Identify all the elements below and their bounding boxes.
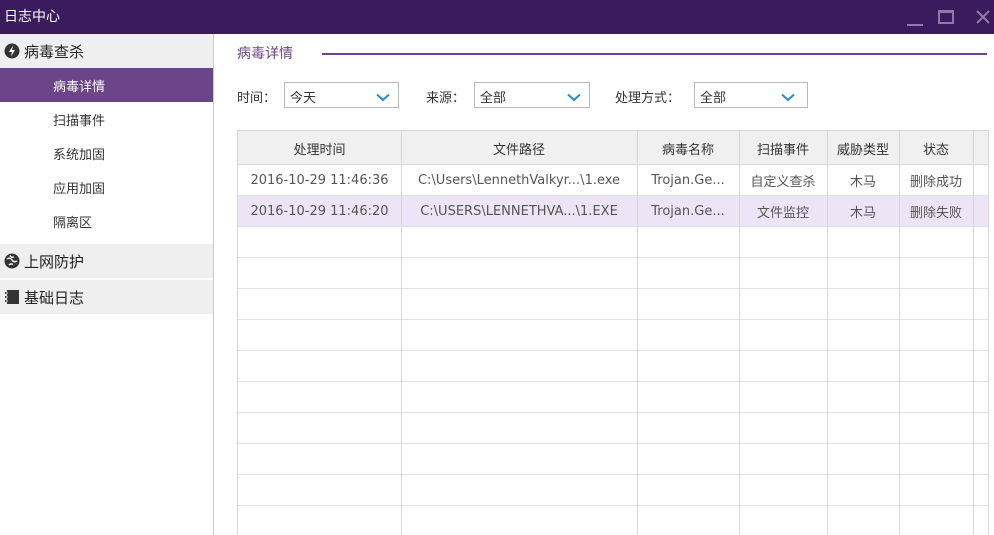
action-filter-select[interactable]: 全部 — [694, 82, 808, 108]
sidebar-item-label: 应用加固 — [53, 181, 106, 197]
time-filter-value: 今天 — [290, 91, 317, 106]
chevron-down-icon — [376, 91, 390, 106]
time-filter-label: 时间： — [237, 91, 277, 106]
sidebar-item-quarantine[interactable]: 隔离区 — [0, 204, 213, 238]
cell-path: C:\Users\LennethValkyr...\1.exe — [417, 173, 621, 188]
table-row[interactable]: 2016-10-29 11:46:20 C:\USERS\LENNETHVA..… — [238, 196, 988, 227]
sidebar-item-label: 隔离区 — [53, 215, 93, 231]
action-filter-label: 处理方式： — [615, 91, 681, 106]
virus-scan-icon — [4, 43, 20, 59]
column-header-scan-event[interactable]: 扫描事件 — [739, 131, 827, 165]
empty-row — [238, 382, 988, 413]
sidebar-group-label: 上网防护 — [24, 252, 85, 271]
maximize-icon[interactable] — [929, 0, 963, 34]
minimize-icon[interactable] — [898, 0, 932, 34]
chevron-down-icon — [567, 91, 581, 106]
empty-row — [238, 444, 988, 475]
web-protection-icon — [4, 253, 20, 269]
column-header-path[interactable]: 文件路径 — [401, 131, 637, 165]
action-filter-value: 全部 — [700, 91, 727, 106]
sidebar-item-label: 病毒详情 — [53, 79, 106, 95]
table-row[interactable]: 2016-10-29 11:46:36 C:\Users\LennethValk… — [238, 165, 988, 196]
sidebar-item-app-hardening[interactable]: 应用加固 — [0, 170, 213, 204]
cell-virus-name: Trojan.Ge... — [651, 173, 725, 188]
cell-time: 2016-10-29 11:46:36 — [250, 173, 389, 188]
cell-path: C:\USERS\LENNETHVA...\1.EXE — [420, 204, 618, 219]
empty-row — [238, 351, 988, 382]
log-book-icon — [4, 289, 20, 305]
empty-row — [238, 506, 988, 535]
empty-row — [238, 227, 988, 258]
cell-status: 删除失败 — [909, 206, 962, 221]
column-divider — [401, 131, 402, 535]
sidebar-group-virus-scan[interactable]: 病毒查杀 — [0, 34, 213, 68]
source-filter-select[interactable]: 全部 — [474, 82, 590, 108]
virus-details-table: 处理时间 文件路径 病毒名称 扫描事件 威胁类型 状态 2016-10-29 1… — [237, 130, 989, 535]
cell-threat-type: 木马 — [849, 206, 876, 221]
window-title: 日志中心 — [4, 9, 60, 25]
column-header-threat-type[interactable]: 威胁类型 — [827, 131, 899, 165]
column-divider — [739, 131, 740, 535]
column-header-virus-name[interactable]: 病毒名称 — [637, 131, 739, 165]
column-divider — [973, 131, 974, 535]
column-header-status[interactable]: 状态 — [899, 131, 973, 165]
sidebar-group-label: 病毒查杀 — [24, 42, 85, 61]
column-divider — [637, 131, 638, 535]
column-divider — [899, 131, 900, 535]
empty-row — [238, 475, 988, 506]
sidebar-group-label: 基础日志 — [24, 288, 85, 307]
cell-time: 2016-10-29 11:46:20 — [250, 204, 389, 219]
cell-status: 删除成功 — [909, 175, 962, 190]
empty-row — [238, 289, 988, 320]
empty-row — [238, 413, 988, 444]
sidebar-item-system-hardening[interactable]: 系统加固 — [0, 136, 213, 170]
cell-scan-event: 自定义查杀 — [750, 175, 816, 190]
sidebar-group-web-protection[interactable]: 上网防护 — [0, 244, 213, 278]
title-bar: 日志中心 — [0, 0, 994, 34]
section-divider — [322, 53, 987, 55]
sidebar-item-label: 扫描事件 — [53, 113, 106, 129]
cell-scan-event: 文件监控 — [756, 206, 809, 221]
close-icon[interactable] — [966, 0, 994, 34]
sidebar-group-basic-logs[interactable]: 基础日志 — [0, 280, 213, 314]
sidebar-item-label: 系统加固 — [53, 147, 106, 163]
time-filter-select[interactable]: 今天 — [284, 82, 399, 108]
chevron-down-icon — [781, 91, 795, 106]
empty-row — [238, 258, 988, 289]
table-header: 处理时间 文件路径 病毒名称 扫描事件 威胁类型 状态 — [238, 131, 988, 165]
sidebar: 病毒查杀 病毒详情 扫描事件 系统加固 应用加固 隔离区 上网防护 基础日志 — [0, 34, 214, 535]
column-header-time[interactable]: 处理时间 — [238, 131, 401, 165]
sidebar-item-virus-details[interactable]: 病毒详情 — [0, 68, 213, 102]
cell-virus-name: Trojan.Ge... — [651, 204, 725, 219]
section-title: 病毒详情 — [237, 46, 293, 62]
sidebar-item-scan-events[interactable]: 扫描事件 — [0, 102, 213, 136]
source-filter-value: 全部 — [480, 91, 507, 106]
empty-row — [238, 320, 988, 351]
column-divider — [827, 131, 828, 535]
source-filter-label: 来源： — [426, 91, 466, 106]
cell-threat-type: 木马 — [849, 175, 876, 190]
